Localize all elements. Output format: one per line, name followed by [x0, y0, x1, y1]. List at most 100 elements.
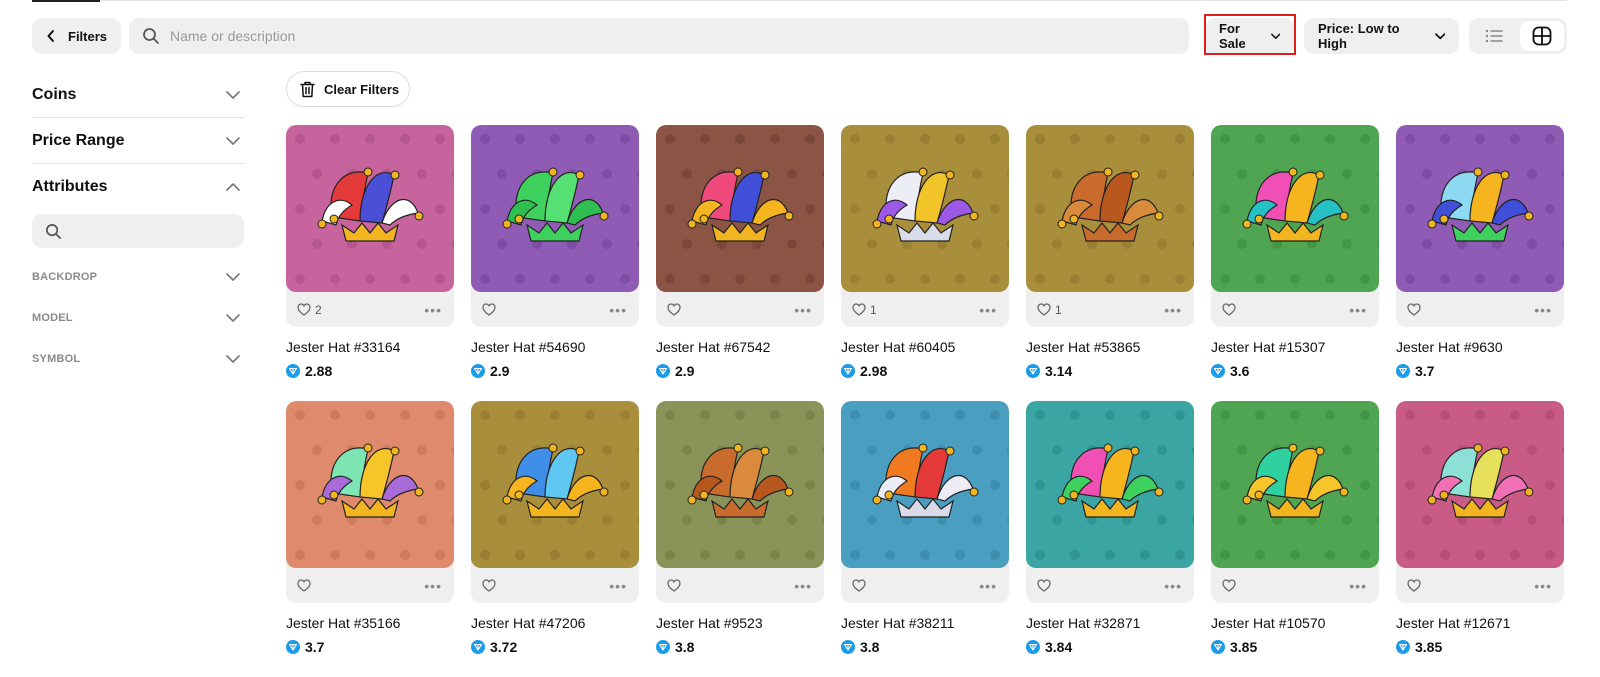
card-thumbnail[interactable] [286, 401, 454, 568]
like-button[interactable] [1037, 579, 1055, 592]
card-thumbnail[interactable] [1211, 125, 1379, 292]
search-input[interactable] [170, 28, 1070, 44]
more-options-icon[interactable]: ••• [794, 579, 812, 593]
like-button[interactable] [482, 579, 500, 592]
card-thumbnail[interactable] [656, 125, 824, 292]
filters-button[interactable]: Filters [32, 18, 121, 54]
card-frame[interactable]: ••• [1211, 401, 1379, 603]
item-name[interactable]: Jester Hat #67542 [656, 339, 824, 355]
more-options-icon[interactable]: ••• [609, 303, 627, 317]
card-frame[interactable]: ••• [1026, 401, 1194, 603]
list-view-button[interactable] [1472, 21, 1516, 51]
more-options-icon[interactable]: ••• [1534, 579, 1552, 593]
card-thumbnail[interactable] [1396, 125, 1564, 292]
card-frame[interactable]: ••• [1211, 125, 1379, 327]
card-thumbnail[interactable] [841, 401, 1009, 568]
card-frame[interactable]: ••• [471, 401, 639, 603]
item-name[interactable]: Jester Hat #54690 [471, 339, 639, 355]
item-name[interactable]: Jester Hat #15307 [1211, 339, 1379, 355]
card-frame[interactable]: ••• [1396, 401, 1564, 603]
card-thumbnail[interactable] [1026, 125, 1194, 292]
nft-card[interactable]: ••• Jester Hat #9523 3.8 [656, 401, 824, 655]
more-options-icon[interactable]: ••• [609, 579, 627, 593]
section-coins[interactable]: Coins [32, 72, 244, 118]
attribute-filter-symbol[interactable]: SYMBOL [32, 338, 244, 379]
item-name[interactable]: Jester Hat #53865 [1026, 339, 1194, 355]
card-thumbnail[interactable] [841, 125, 1009, 292]
like-button[interactable] [297, 579, 315, 592]
section-attributes[interactable]: Attributes [32, 164, 244, 210]
more-options-icon[interactable]: ••• [424, 303, 442, 317]
like-button[interactable] [1222, 303, 1240, 316]
card-frame[interactable]: 1 ••• [1026, 125, 1194, 327]
clear-filters-button[interactable]: Clear Filters [286, 71, 410, 107]
section-price-range[interactable]: Price Range [32, 118, 244, 164]
like-button[interactable] [1407, 303, 1425, 316]
more-options-icon[interactable]: ••• [1349, 579, 1367, 593]
card-frame[interactable]: 1 ••• [841, 125, 1009, 327]
like-button[interactable] [482, 303, 500, 316]
card-frame[interactable]: ••• [656, 401, 824, 603]
card-frame[interactable]: ••• [286, 401, 454, 603]
nft-card[interactable]: ••• Jester Hat #67542 2.9 [656, 125, 824, 379]
nft-card[interactable]: ••• Jester Hat #32871 3.84 [1026, 401, 1194, 655]
nft-card[interactable]: ••• Jester Hat #35166 3.7 [286, 401, 454, 655]
grid-view-button[interactable] [1520, 21, 1564, 51]
attribute-filter-backdrop[interactable]: BACKDROP [32, 256, 244, 297]
item-name[interactable]: Jester Hat #60405 [841, 339, 1009, 355]
nft-card[interactable]: 2 ••• Jester Hat #33164 2.88 [286, 125, 454, 379]
like-button[interactable]: 2 [297, 303, 322, 317]
like-button[interactable] [667, 579, 685, 592]
item-name[interactable]: Jester Hat #10570 [1211, 615, 1379, 631]
attribute-search-input[interactable] [32, 214, 244, 248]
more-options-icon[interactable]: ••• [1349, 303, 1367, 317]
card-thumbnail[interactable] [471, 401, 639, 568]
like-button[interactable] [667, 303, 685, 316]
like-button[interactable] [852, 579, 870, 592]
nft-card[interactable]: ••• Jester Hat #54690 2.9 [471, 125, 639, 379]
item-name[interactable]: Jester Hat #9630 [1396, 339, 1564, 355]
nft-card[interactable]: 1 ••• Jester Hat #53865 3.14 [1026, 125, 1194, 379]
card-frame[interactable]: ••• [471, 125, 639, 327]
more-options-icon[interactable]: ••• [1164, 579, 1182, 593]
nft-card[interactable]: ••• Jester Hat #15307 3.6 [1211, 125, 1379, 379]
item-name[interactable]: Jester Hat #38211 [841, 615, 1009, 631]
nft-card[interactable]: ••• Jester Hat #9630 3.7 [1396, 125, 1564, 379]
item-name[interactable]: Jester Hat #12671 [1396, 615, 1564, 631]
nft-card[interactable]: ••• Jester Hat #12671 3.85 [1396, 401, 1564, 655]
like-button[interactable]: 1 [852, 303, 877, 317]
more-options-icon[interactable]: ••• [979, 303, 997, 317]
card-thumbnail[interactable] [656, 401, 824, 568]
like-button[interactable] [1222, 579, 1240, 592]
sort-dropdown[interactable]: Price: Low to High [1304, 18, 1459, 54]
item-name[interactable]: Jester Hat #9523 [656, 615, 824, 631]
card-thumbnail[interactable] [1026, 401, 1194, 568]
nft-card[interactable]: ••• Jester Hat #47206 3.72 [471, 401, 639, 655]
nft-card[interactable]: ••• Jester Hat #10570 3.85 [1211, 401, 1379, 655]
item-name[interactable]: Jester Hat #32871 [1026, 615, 1194, 631]
more-options-icon[interactable]: ••• [979, 579, 997, 593]
card-frame[interactable]: ••• [841, 401, 1009, 603]
search-bar[interactable] [129, 18, 1189, 54]
nft-card[interactable]: 1 ••• Jester Hat #60405 2.98 [841, 125, 1009, 379]
card-frame[interactable]: ••• [1396, 125, 1564, 327]
more-options-icon[interactable]: ••• [424, 579, 442, 593]
card-thumbnail[interactable] [1396, 401, 1564, 568]
card-thumbnail[interactable] [1211, 401, 1379, 568]
more-options-icon[interactable]: ••• [794, 303, 812, 317]
card-frame[interactable]: 2 ••• [286, 125, 454, 327]
item-name[interactable]: Jester Hat #35166 [286, 615, 454, 631]
jester-hat-image [1396, 401, 1564, 568]
more-options-icon[interactable]: ••• [1534, 303, 1552, 317]
nft-card[interactable]: ••• Jester Hat #38211 3.8 [841, 401, 1009, 655]
item-name[interactable]: Jester Hat #47206 [471, 615, 639, 631]
card-thumbnail[interactable] [286, 125, 454, 292]
like-button[interactable] [1407, 579, 1425, 592]
card-frame[interactable]: ••• [656, 125, 824, 327]
item-name[interactable]: Jester Hat #33164 [286, 339, 454, 355]
attribute-filter-model[interactable]: MODEL [32, 297, 244, 338]
status-dropdown[interactable]: For Sale [1205, 18, 1294, 54]
like-button[interactable]: 1 [1037, 303, 1062, 317]
card-thumbnail[interactable] [471, 125, 639, 292]
more-options-icon[interactable]: ••• [1164, 303, 1182, 317]
